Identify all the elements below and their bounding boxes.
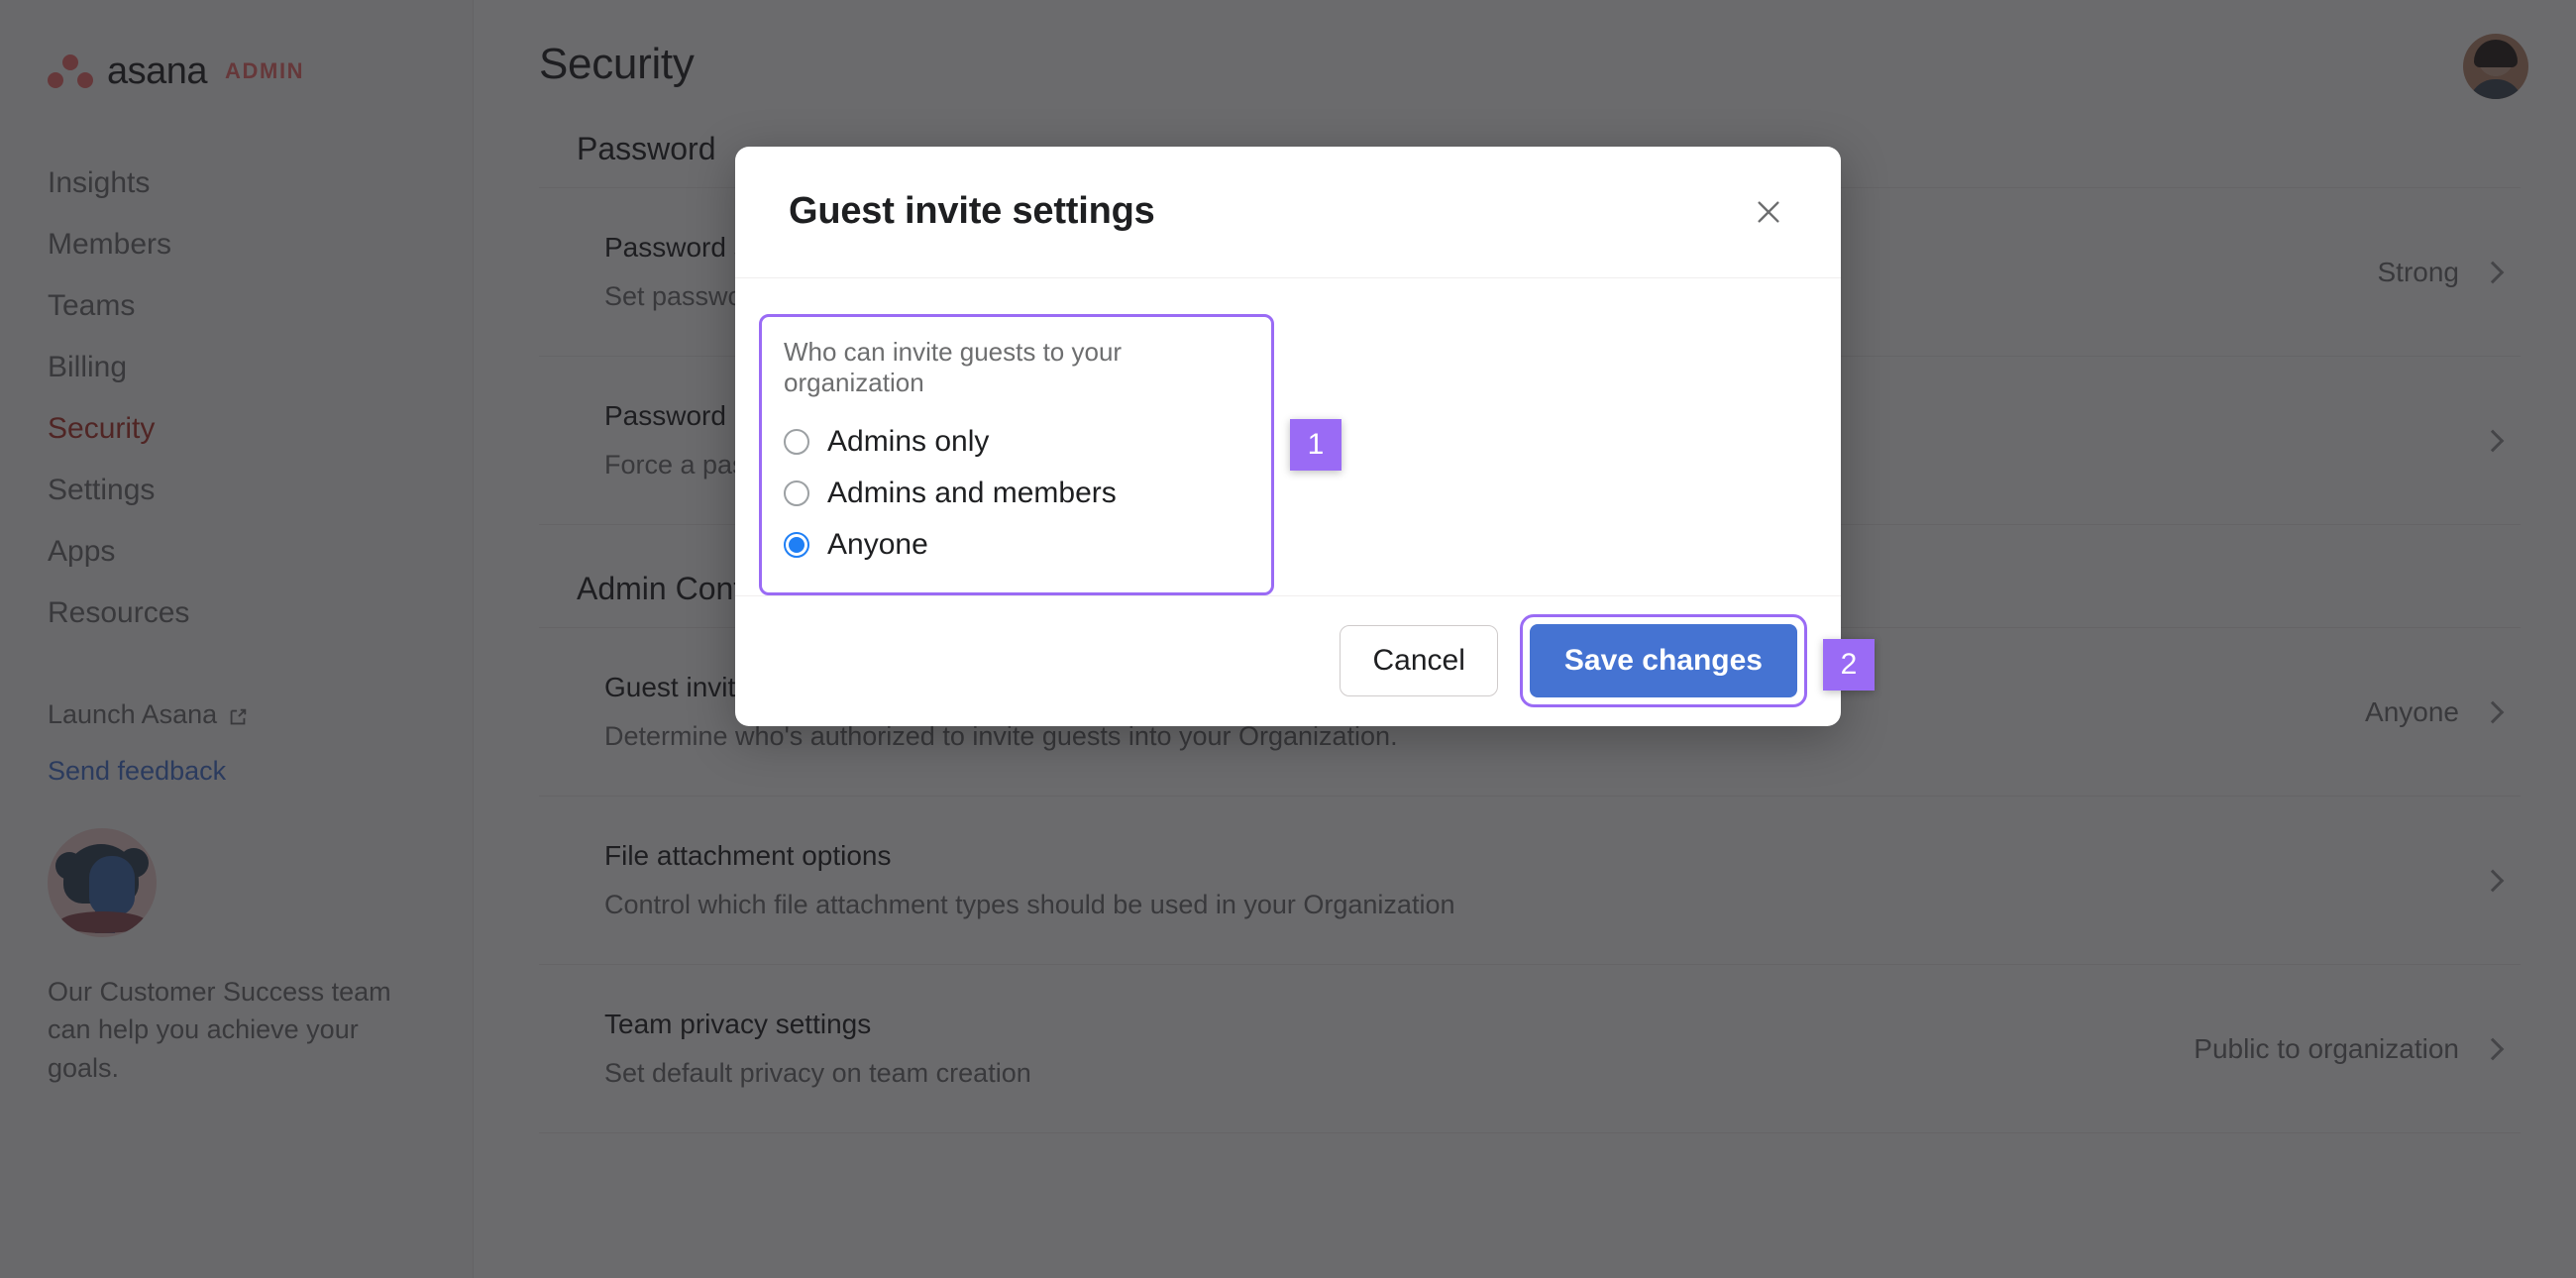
radio-label: Admins only	[827, 424, 990, 458]
close-icon[interactable]	[1744, 187, 1793, 237]
guest-invite-settings-modal: Guest invite settings Who can invite gue…	[735, 147, 1841, 726]
annotation-badge-2: 2	[1823, 639, 1875, 691]
radio-icon[interactable]	[784, 479, 809, 506]
radio-icon-selected[interactable]	[784, 531, 809, 558]
modal-footer: Cancel Save changes	[735, 594, 1841, 727]
radio-group-label: Who can invite guests to your organizati…	[784, 336, 1123, 397]
annotation-badge-1: 1	[1290, 419, 1342, 471]
radio-option-admins-and-members[interactable]: Admins and members	[784, 468, 1249, 519]
guest-invite-radio-group[interactable]: Who can invite guests to your organizati…	[759, 313, 1274, 595]
radio-option-anyone[interactable]: Anyone	[784, 519, 1249, 571]
radio-icon[interactable]	[784, 428, 809, 455]
save-changes-button[interactable]: Save changes	[1529, 624, 1797, 698]
radio-label: Admins and members	[827, 476, 1117, 509]
modal-body: Who can invite guests to your organizati…	[735, 278, 1841, 595]
modal-header: Guest invite settings	[735, 147, 1841, 278]
cancel-button[interactable]: Cancel	[1340, 625, 1498, 697]
radio-option-admins-only[interactable]: Admins only	[784, 416, 1249, 468]
radio-label: Anyone	[827, 527, 928, 561]
app-root: asana ADMIN Insights Members Teams Billi…	[0, 0, 2576, 1278]
save-button-highlight: Save changes	[1519, 614, 1807, 708]
modal-title: Guest invite settings	[789, 190, 1155, 233]
